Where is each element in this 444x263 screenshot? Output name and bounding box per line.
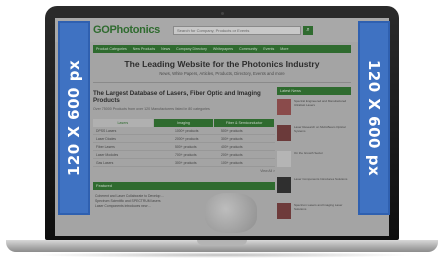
featured-item[interactable]: Laser Components introduces new ...: [95, 204, 183, 209]
nav-item[interactable]: News: [158, 45, 173, 53]
news-title: Spectral Engineered and Manufactured Ult…: [294, 99, 347, 107]
latest-news: Latest News Spectral Engineered and Manu…: [277, 87, 351, 236]
news-title: Laser Components Introduces Solutions: [294, 177, 348, 181]
laptop-screen: GOPhotonics Search for Company, Products…: [55, 18, 389, 236]
nav-item[interactable]: Community: [236, 45, 260, 53]
tab-lasers[interactable]: Lasers: [93, 119, 154, 127]
list-item[interactable]: Laser Diodes 2000+ products 300+ products: [93, 135, 275, 143]
tab-imaging[interactable]: Imaging: [153, 119, 215, 127]
page-subtitle: News, White Papers, Articles, Products, …: [159, 71, 285, 76]
featured-list: Coherent and Laser Collaborate to Develo…: [95, 194, 183, 209]
news-item[interactable]: On the Growth Sector: [277, 151, 351, 173]
row-count: 300+ products: [175, 161, 197, 165]
view-all-link[interactable]: View All >: [93, 169, 275, 173]
row-name: Gas Lasers: [96, 161, 114, 165]
camera-icon: [221, 12, 224, 15]
search-icon[interactable]: ⌕: [303, 26, 313, 35]
row-name: Laser Modules: [96, 153, 119, 157]
ad-banner-left[interactable]: 120 X 600 px: [58, 21, 90, 215]
row-name: Fiber Lasers: [96, 145, 115, 149]
nav-item[interactable]: Product Categories: [93, 45, 130, 53]
row-count: 700+ products: [175, 153, 197, 157]
row-count: 2000+ products: [175, 137, 199, 141]
page-title: The Leading Website for the Photonics In…: [124, 59, 320, 69]
news-thumbnail: [277, 151, 291, 167]
news-header: Latest News: [277, 87, 351, 95]
tab-fiber[interactable]: Fiber & Semiconductor: [214, 119, 276, 127]
nav-item[interactable]: More: [277, 45, 291, 53]
nav-item[interactable]: Company Directory: [173, 45, 210, 53]
row-name: Laser Diodes: [96, 137, 116, 141]
laptop-shadow: [30, 252, 414, 258]
news-title: Spectrum Lasers and Imaging Laser Soluti…: [294, 203, 343, 211]
news-item[interactable]: Laser Components Introduces Solutions: [277, 177, 351, 199]
list-item[interactable]: Laser Modules 700+ products 200+ products: [93, 151, 275, 159]
news-item[interactable]: Spectral Engineered and Manufactured Ult…: [277, 99, 351, 121]
news-thumbnail: [277, 177, 291, 193]
row-name: DPSS Lasers: [96, 129, 117, 133]
nav-item[interactable]: New Products: [130, 45, 158, 53]
database-subtitle: Over 75000 Products from over 120 Manufa…: [93, 107, 210, 111]
news-thumbnail: [277, 99, 291, 115]
search-input[interactable]: Search for Company, Products or Events: [173, 26, 301, 35]
news-item[interactable]: Spectrum Lasers and Imaging Laser Soluti…: [277, 203, 351, 225]
ad-size-label: 120 X 600 px: [65, 59, 83, 177]
main-nav: Product Categories New Products News Com…: [93, 45, 351, 53]
row-count: 500+ products: [175, 145, 197, 149]
featured-image[interactable]: [205, 193, 257, 233]
news-title: Laser Research on Multi-Beam Optical Sys…: [294, 125, 346, 133]
news-title: On the Growth Sector: [294, 151, 324, 155]
laptop-mockup: GOPhotonics Search for Company, Products…: [0, 0, 444, 263]
nav-item[interactable]: Events: [260, 45, 277, 53]
row-extra: 400+ products: [221, 145, 243, 149]
row-extra: 300+ products: [221, 137, 243, 141]
database-title: The Largest Database of Lasers, Fiber Op…: [93, 90, 261, 104]
website: GOPhotonics Search for Company, Products…: [55, 18, 389, 236]
category-tabs: Lasers Imaging Fiber & Semiconductor: [93, 119, 276, 127]
news-thumbnail: [277, 125, 291, 141]
featured-header: Featured: [93, 182, 275, 190]
row-extra: 100+ products: [221, 161, 243, 165]
divider: [93, 82, 351, 83]
list-item[interactable]: Gas Lasers 300+ products 100+ products: [93, 159, 275, 167]
list-item[interactable]: DPSS Lasers 1000+ products 500+ products: [93, 127, 275, 135]
row-extra: 500+ products: [221, 129, 243, 133]
row-extra: 200+ products: [221, 153, 243, 157]
news-item[interactable]: Laser Research on Multi-Beam Optical Sys…: [277, 125, 351, 147]
site-logo[interactable]: GOPhotonics: [93, 24, 160, 36]
logo-text: GOPhotonics: [93, 24, 160, 36]
news-thumbnail: [277, 203, 291, 219]
ad-size-label: 120 X 600 px: [365, 59, 383, 177]
row-count: 1000+ products: [175, 129, 199, 133]
ad-banner-right[interactable]: 120 X 600 px: [358, 21, 390, 215]
nav-item[interactable]: Whitepapers: [210, 45, 236, 53]
site-header: GOPhotonics Search for Company, Products…: [55, 18, 389, 42]
list-item[interactable]: Fiber Lasers 500+ products 400+ products: [93, 143, 275, 151]
laptop-notch: [197, 240, 247, 245]
category-list: DPSS Lasers 1000+ products 500+ products L…: [93, 127, 275, 167]
